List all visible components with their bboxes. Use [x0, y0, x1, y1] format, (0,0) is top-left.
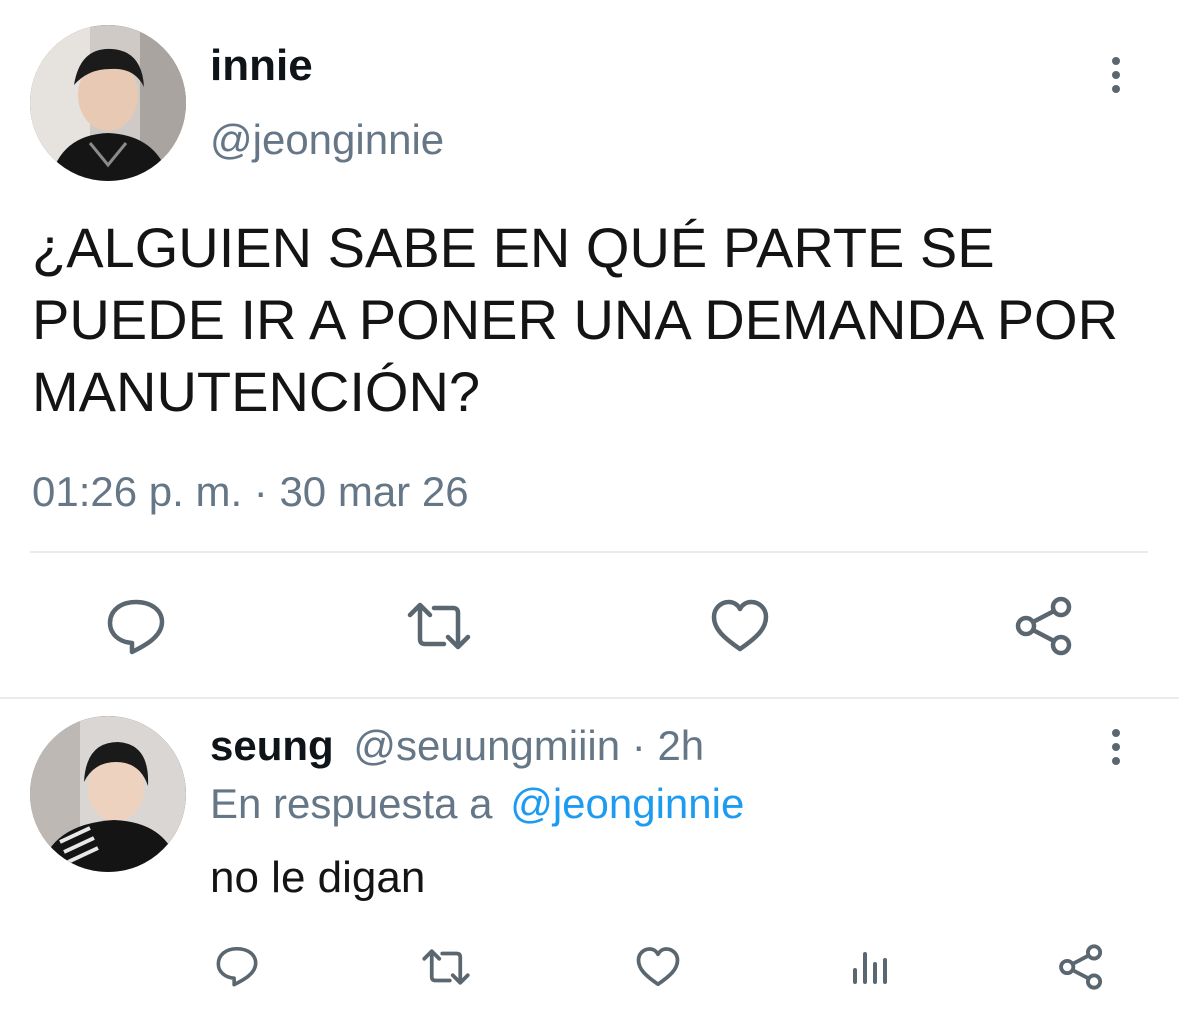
author-avatar[interactable]	[30, 25, 186, 181]
reply-icon[interactable]	[104, 596, 168, 656]
more-options-icon[interactable]	[1110, 57, 1122, 93]
section-divider	[0, 697, 1179, 699]
tweet-text-line: ¿ALGUIEN SABE EN QUÉ PARTE SE	[32, 216, 995, 279]
tweet-timestamp[interactable]: 01:26 p. m. · 30 mar 26	[32, 466, 469, 518]
reply-text: no le digan	[210, 853, 426, 902]
share-icon[interactable]	[1014, 596, 1074, 656]
reply-context-prefix: En respuesta a	[210, 780, 493, 827]
reply-handle-time[interactable]: @seuungmiiin · 2h	[353, 722, 704, 769]
reply-retweet-icon[interactable]	[419, 946, 473, 988]
like-icon[interactable]	[710, 598, 770, 654]
tweet-text-line: PUEDE IR A PONER UNA DEMANDA POR	[32, 288, 1119, 351]
reply-author-avatar[interactable]	[30, 716, 186, 872]
reply-more-options-icon[interactable]	[1110, 729, 1122, 765]
reply-like-icon[interactable]	[635, 946, 681, 988]
analytics-icon[interactable]	[850, 948, 890, 986]
reply-to-mention[interactable]: @jeonginnie	[510, 780, 744, 827]
reply-reply-icon[interactable]	[214, 944, 260, 988]
author-handle[interactable]: @jeonginnie	[210, 114, 444, 166]
tweet-text-line: MANUTENCIÓN?	[32, 360, 481, 423]
retweet-icon[interactable]	[404, 598, 474, 654]
author-display-name[interactable]: innie	[210, 40, 313, 92]
divider	[30, 551, 1148, 553]
reply-context: En respuesta a @jeonginnie	[210, 778, 744, 830]
tweet-text: ¿ALGUIEN SABE EN QUÉ PARTE SE PUEDE IR A…	[32, 212, 1162, 428]
reply-header: seung @seuungmiiin · 2h	[210, 720, 704, 772]
reply-share-icon[interactable]	[1058, 944, 1104, 990]
reply-display-name[interactable]: seung	[210, 722, 334, 769]
